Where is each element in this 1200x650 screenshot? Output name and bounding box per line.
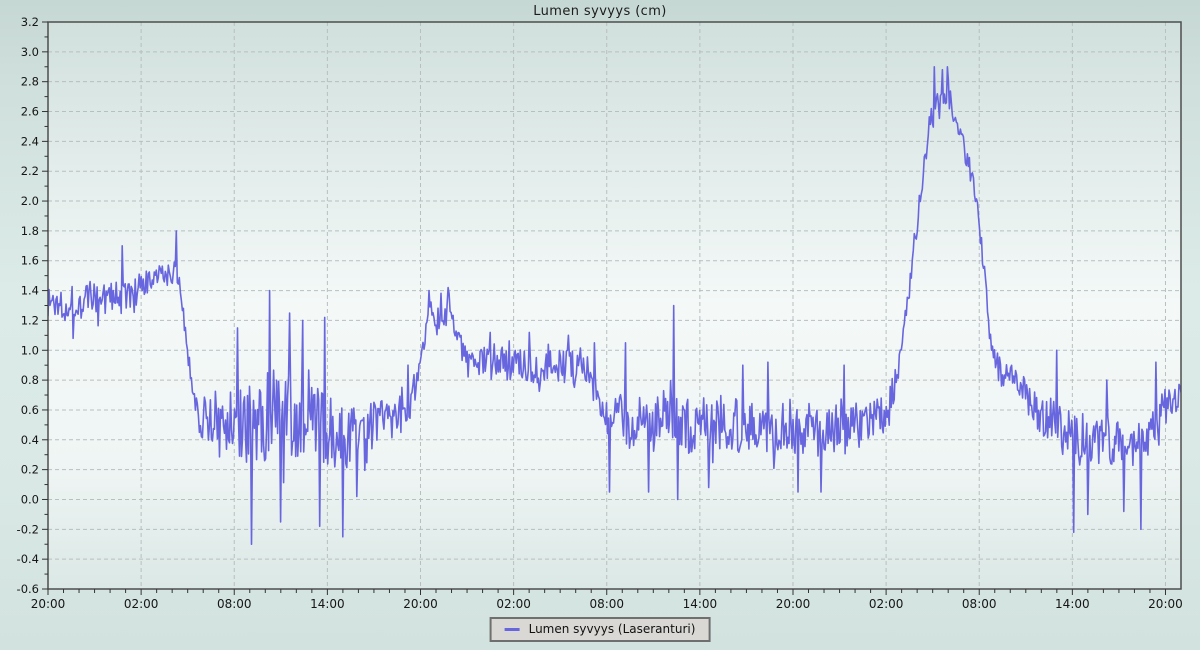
svg-text:-0.2: -0.2: [17, 522, 39, 536]
svg-text:20:00: 20:00: [1148, 597, 1183, 611]
svg-text:2.2: 2.2: [21, 164, 39, 178]
svg-text:1.0: 1.0: [21, 343, 39, 357]
svg-text:1.2: 1.2: [21, 313, 39, 327]
svg-text:14:00: 14:00: [683, 597, 718, 611]
svg-text:20:00: 20:00: [776, 597, 811, 611]
svg-text:08:00: 08:00: [217, 597, 252, 611]
y-axis-labels: 3.2 3.0 2.8 2.6 2.4 2.2 2.0 1.8 1.6 1.4 1.2 1.0 0.8 0…: [17, 15, 39, 596]
svg-text:0.4: 0.4: [21, 433, 39, 447]
svg-text:2.6: 2.6: [21, 105, 39, 119]
svg-text:-0.6: -0.6: [17, 582, 39, 596]
svg-text:3.2: 3.2: [21, 15, 39, 29]
svg-text:-0.4: -0.4: [17, 552, 39, 566]
plot-background: [48, 22, 1181, 589]
svg-text:02:00: 02:00: [124, 597, 159, 611]
svg-text:0.2: 0.2: [21, 463, 39, 477]
svg-text:0.8: 0.8: [21, 373, 39, 387]
svg-text:08:00: 08:00: [589, 597, 624, 611]
svg-text:1.6: 1.6: [21, 254, 39, 268]
svg-text:3.0: 3.0: [21, 45, 39, 59]
svg-text:14:00: 14:00: [310, 597, 345, 611]
svg-text:08:00: 08:00: [962, 597, 997, 611]
x-axis-labels: 20:00 02:00 08:00 14:00 20:00 02:00 08:00 14:00…: [31, 597, 1183, 611]
svg-text:1.8: 1.8: [21, 224, 39, 238]
legend-box: Lumen syvyys (Laseranturi): [490, 617, 711, 642]
svg-text:0.0: 0.0: [21, 492, 39, 506]
svg-text:20:00: 20:00: [31, 597, 66, 611]
svg-text:1.4: 1.4: [21, 284, 39, 298]
svg-text:0.6: 0.6: [21, 403, 39, 417]
svg-text:20:00: 20:00: [403, 597, 438, 611]
svg-text:2.0: 2.0: [21, 194, 39, 208]
svg-text:02:00: 02:00: [496, 597, 531, 611]
svg-text:2.4: 2.4: [21, 134, 39, 148]
legend-label: Lumen syvyys (Laseranturi): [529, 622, 696, 636]
svg-text:14:00: 14:00: [1055, 597, 1090, 611]
chart-canvas: 20:00 02:00 08:00 14:00 20:00 02:00 08:00 14:00…: [0, 0, 1200, 650]
svg-text:02:00: 02:00: [869, 597, 904, 611]
svg-text:2.8: 2.8: [21, 75, 39, 89]
legend-line-sample: [505, 628, 520, 631]
chart-page: Lumen syvyys (cm) 20:0002:0008:0014:0020…: [0, 0, 1200, 650]
